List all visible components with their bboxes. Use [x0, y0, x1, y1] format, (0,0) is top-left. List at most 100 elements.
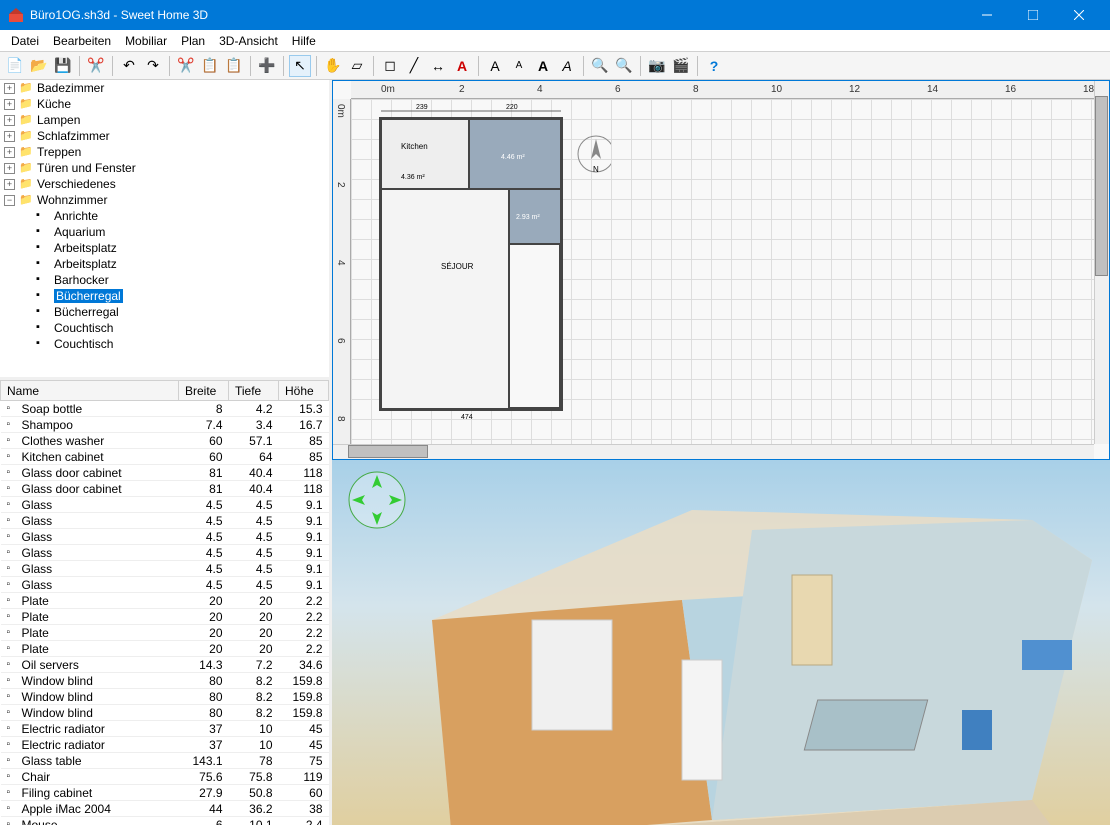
- cut-icon[interactable]: ✂️: [85, 55, 107, 77]
- expand-icon[interactable]: +: [4, 147, 15, 158]
- text-smaller-icon[interactable]: A: [508, 55, 530, 77]
- expand-icon[interactable]: +: [4, 83, 15, 94]
- table-row[interactable]: ▫Plate20202.2: [1, 609, 329, 625]
- zoom-out-icon[interactable]: 🔍: [613, 55, 635, 77]
- table-row[interactable]: ▫Electric radiator371045: [1, 737, 329, 753]
- tree-item[interactable]: ▪Bücherregal: [0, 304, 329, 320]
- table-row[interactable]: ▫Glass door cabinet8140.4118: [1, 465, 329, 481]
- copy-icon[interactable]: 📋: [199, 55, 221, 77]
- tree-item[interactable]: ▪Couchtisch: [0, 336, 329, 352]
- plan-scrollbar-h[interactable]: [333, 444, 1094, 459]
- dimension-tool-icon[interactable]: ↔: [427, 55, 449, 77]
- expand-icon[interactable]: +: [4, 179, 15, 190]
- table-row[interactable]: ▫Electric radiator371045: [1, 721, 329, 737]
- tree-category[interactable]: +📁Lampen: [0, 112, 329, 128]
- tree-item[interactable]: ▪Barhocker: [0, 272, 329, 288]
- tree-category[interactable]: +📁Küche: [0, 96, 329, 112]
- tree-category[interactable]: +📁Badezimmer: [0, 80, 329, 96]
- line-tool-icon[interactable]: ╱: [403, 55, 425, 77]
- catalog-tree[interactable]: +📁Badezimmer+📁Küche+📁Lampen+📁Schlafzimme…: [0, 80, 329, 380]
- table-row[interactable]: ▫Glass4.54.59.1: [1, 577, 329, 593]
- text-tool-icon[interactable]: A: [451, 55, 473, 77]
- select-tool-icon[interactable]: ↖: [289, 55, 311, 77]
- cell-breite: 20: [179, 593, 229, 609]
- table-row[interactable]: ▫Glass4.54.59.1: [1, 513, 329, 529]
- col-hoehe[interactable]: Höhe: [279, 381, 329, 401]
- tree-category[interactable]: +📁Türen und Fenster: [0, 160, 329, 176]
- pan-tool-icon[interactable]: ✋: [322, 55, 344, 77]
- room-tool-icon[interactable]: ◻: [379, 55, 401, 77]
- paste-icon[interactable]: 📋: [223, 55, 245, 77]
- help-icon[interactable]: ?: [703, 55, 725, 77]
- table-row[interactable]: ▫Plate20202.2: [1, 593, 329, 609]
- plan-scrollbar-v[interactable]: [1094, 81, 1109, 444]
- room-label-kitchen: Kitchen: [401, 142, 428, 151]
- cut2-icon[interactable]: ✂️: [175, 55, 197, 77]
- table-row[interactable]: ▫Filing cabinet27.950.860: [1, 785, 329, 801]
- menu-mobiliar[interactable]: Mobiliar: [118, 32, 174, 50]
- table-row[interactable]: ▫Glass4.54.59.1: [1, 561, 329, 577]
- tree-item[interactable]: ▪Arbeitsplatz: [0, 256, 329, 272]
- table-row[interactable]: ▫Glass4.54.59.1: [1, 529, 329, 545]
- table-row[interactable]: ▫Plate20202.2: [1, 625, 329, 641]
- camera-icon[interactable]: 📷: [646, 55, 668, 77]
- menu-bearbeiten[interactable]: Bearbeiten: [46, 32, 118, 50]
- tree-item[interactable]: ▪Anrichte: [0, 208, 329, 224]
- tree-category[interactable]: +📁Verschiedenes: [0, 176, 329, 192]
- table-row[interactable]: ▫Window blind808.2159.8: [1, 705, 329, 721]
- furniture-list[interactable]: Name Breite Tiefe Höhe ▫Soap bottle84.21…: [0, 380, 329, 825]
- open-file-icon[interactable]: 📂: [28, 55, 50, 77]
- table-row[interactable]: ▫Clothes washer6057.185: [1, 433, 329, 449]
- undo-icon[interactable]: ↶: [118, 55, 140, 77]
- new-file-icon[interactable]: 📄: [4, 55, 26, 77]
- tree-item[interactable]: ▪Bücherregal: [0, 288, 329, 304]
- menu-hilfe[interactable]: Hilfe: [285, 32, 323, 50]
- tree-category[interactable]: −📁Wohnzimmer: [0, 192, 329, 208]
- table-row[interactable]: ▫Mouse610.12.4: [1, 817, 329, 825]
- tree-item[interactable]: ▪Couchtisch: [0, 320, 329, 336]
- table-row[interactable]: ▫Window blind808.2159.8: [1, 673, 329, 689]
- expand-icon[interactable]: +: [4, 131, 15, 142]
- table-row[interactable]: ▫Oil servers14.37.234.6: [1, 657, 329, 673]
- col-breite[interactable]: Breite: [179, 381, 229, 401]
- video-icon[interactable]: 🎬: [670, 55, 692, 77]
- save-file-icon[interactable]: 💾: [52, 55, 74, 77]
- wall-tool-icon[interactable]: ▱: [346, 55, 368, 77]
- table-row[interactable]: ▫Chair75.675.8119: [1, 769, 329, 785]
- table-row[interactable]: ▫Glass table143.17875: [1, 753, 329, 769]
- text-bigger-icon[interactable]: A: [484, 55, 506, 77]
- maximize-button[interactable]: [1010, 0, 1056, 30]
- minimize-button[interactable]: [964, 0, 1010, 30]
- expand-icon[interactable]: +: [4, 99, 15, 110]
- tree-category[interactable]: +📁Treppen: [0, 144, 329, 160]
- menu-plan[interactable]: Plan: [174, 32, 212, 50]
- redo-icon[interactable]: ↷: [142, 55, 164, 77]
- table-row[interactable]: ▫Soap bottle84.215.3: [1, 401, 329, 417]
- table-row[interactable]: ▫Window blind808.2159.8: [1, 689, 329, 705]
- col-name[interactable]: Name: [1, 381, 179, 401]
- text-bold-icon[interactable]: A: [532, 55, 554, 77]
- table-row[interactable]: ▫Glass door cabinet8140.4118: [1, 481, 329, 497]
- text-italic-icon[interactable]: A: [556, 55, 578, 77]
- floor-plan[interactable]: Kitchen 4.36 m² 4.46 m² 2.93 m² SÉJOUR 2…: [351, 99, 611, 429]
- expand-icon[interactable]: +: [4, 163, 15, 174]
- table-row[interactable]: ▫Glass4.54.59.1: [1, 545, 329, 561]
- menu-3d-ansicht[interactable]: 3D-Ansicht: [212, 32, 285, 50]
- table-row[interactable]: ▫Apple iMac 20044436.238: [1, 801, 329, 817]
- table-row[interactable]: ▫Plate20202.2: [1, 641, 329, 657]
- tree-item[interactable]: ▪Arbeitsplatz: [0, 240, 329, 256]
- view-3d[interactable]: [332, 460, 1110, 825]
- expand-icon[interactable]: +: [4, 115, 15, 126]
- tree-category[interactable]: +📁Schlafzimmer: [0, 128, 329, 144]
- plan-view[interactable]: 0m24681012141618 0m2468 Kitchen 4.36 m² …: [332, 80, 1110, 460]
- table-row[interactable]: ▫Kitchen cabinet606485: [1, 449, 329, 465]
- close-button[interactable]: [1056, 0, 1102, 30]
- table-row[interactable]: ▫Glass4.54.59.1: [1, 497, 329, 513]
- table-row[interactable]: ▫Shampoo7.43.416.7: [1, 417, 329, 433]
- col-tiefe[interactable]: Tiefe: [229, 381, 279, 401]
- expand-icon[interactable]: −: [4, 195, 15, 206]
- add-furniture-icon[interactable]: ➕: [256, 55, 278, 77]
- menu-datei[interactable]: Datei: [4, 32, 46, 50]
- tree-item[interactable]: ▪Aquarium: [0, 224, 329, 240]
- zoom-in-icon[interactable]: 🔍: [589, 55, 611, 77]
